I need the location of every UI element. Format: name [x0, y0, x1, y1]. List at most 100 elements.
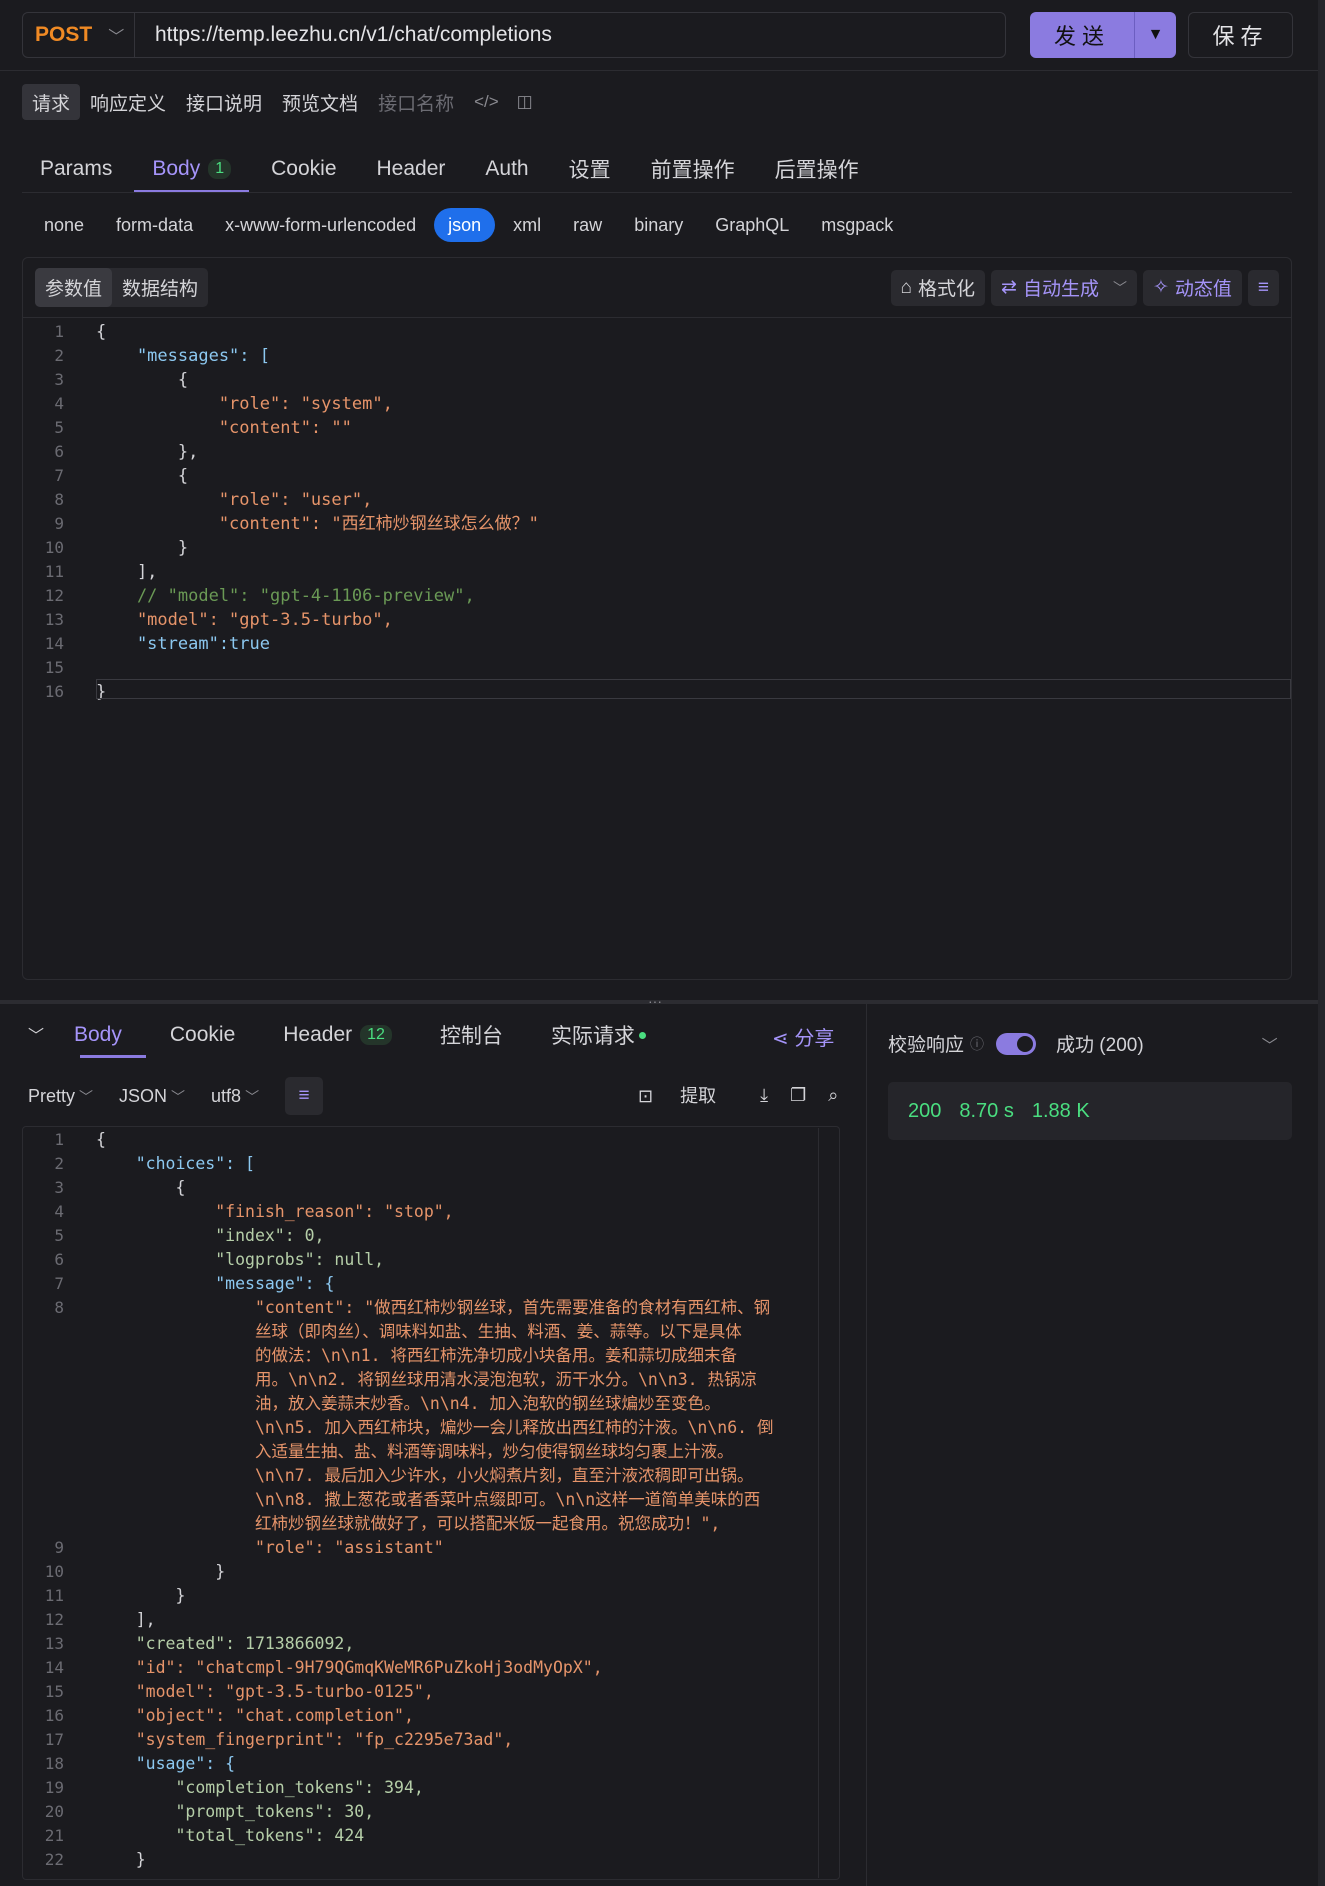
line-number	[28, 1392, 64, 1416]
line-number: 13	[44, 1634, 64, 1653]
dynamic-value-button[interactable]: ✧ 动态值	[1142, 269, 1242, 306]
format-label: 格式化	[918, 279, 976, 300]
panel-toggle-icon[interactable]: ◫	[517, 92, 533, 112]
line-number	[28, 1440, 64, 1464]
download-icon[interactable]: ⤓	[760, 1085, 768, 1106]
line-number: 3	[54, 1178, 64, 1197]
line-number	[28, 1368, 64, 1392]
extract-button[interactable]: ⊡ 提取	[638, 1082, 738, 1108]
line-number: 20	[44, 1802, 64, 1821]
code-line: "model": "gpt-3.5-turbo",	[96, 610, 393, 630]
code-line: 红柿炒钢丝球就做好了，可以搭配米饭一起食用。祝您成功！",	[96, 1514, 721, 1533]
current-line-highlight	[96, 679, 1291, 699]
tab-label: 实际请求	[550, 1025, 635, 1048]
subtab-preview-doc[interactable]: 预览文档	[272, 84, 368, 120]
line-number: 14	[44, 1658, 64, 1677]
line-number: 7	[54, 1274, 64, 1293]
tab-label: Body	[74, 1023, 122, 1046]
select-value: JSON	[119, 1085, 168, 1106]
line-number: 19	[44, 1778, 64, 1797]
collapse-chevron-icon[interactable]: ﹀	[28, 1022, 44, 1046]
chevron-down-icon[interactable]: ﹀	[1113, 278, 1127, 298]
code-line: ],	[96, 1610, 156, 1629]
tab-label: Cookie	[271, 157, 337, 180]
send-button[interactable]: 发送 ▼	[1030, 12, 1176, 58]
auto-generate-button[interactable]: ⇄ 自动生成 ﹀	[991, 269, 1137, 306]
code-icon[interactable]: </>	[474, 92, 499, 112]
body-type-msgpack[interactable]: msgpack	[807, 208, 907, 242]
response-actions: ⊡ 提取 ⤓ ❐ ⌕	[638, 1082, 860, 1108]
share-button[interactable]: ⋖ 分享	[772, 1022, 834, 1051]
send-dropdown-chevron-icon[interactable]: ▼	[1135, 12, 1176, 58]
line-number	[28, 1320, 64, 1344]
pretty-select[interactable]: Pretty ﹀	[28, 1086, 93, 1107]
wrap-lines-button[interactable]: ≡	[285, 1077, 324, 1115]
window-scrollbar[interactable]	[1318, 0, 1325, 1886]
url-input[interactable]: https://temp.leezhu.cn/v1/chat/completio…	[135, 23, 552, 47]
tab-body[interactable]: Body 1	[134, 145, 249, 193]
code-line: {	[96, 466, 189, 486]
subtab-response-definition[interactable]: 响应定义	[80, 84, 176, 120]
subtab-api-description[interactable]: 接口说明	[176, 84, 272, 120]
help-icon: ⓘ	[970, 1035, 985, 1052]
rtab-body[interactable]: Body	[50, 1012, 146, 1058]
drag-handle-icon[interactable]: ···	[648, 993, 662, 1009]
line-number: 10	[44, 1562, 64, 1581]
search-icon[interactable]: ⌕	[828, 1085, 838, 1106]
code-line: 的做法：\n\n1. 将西红柿洗净切成小块备用。姜和蒜切成细末备	[96, 1346, 737, 1365]
seg-schema[interactable]: 数据结构	[112, 268, 208, 307]
chevron-down-icon[interactable]: ﹀	[1262, 1032, 1278, 1056]
code-line: "object": "chat.completion",	[96, 1706, 414, 1725]
tab-header[interactable]: Header	[359, 145, 464, 193]
tab-label: 前置操作	[650, 159, 735, 182]
rtab-cookie[interactable]: Cookie	[146, 1012, 259, 1058]
code-line: 油，放入姜蒜末炒香。\n\n4. 加入泡软的钢丝球煸炒至变色。	[96, 1394, 721, 1413]
body-type-urlencoded[interactable]: x-www-form-urlencoded	[211, 208, 430, 242]
verify-toggle[interactable]	[996, 1032, 1037, 1055]
body-type-form-data[interactable]: form-data	[102, 208, 207, 242]
tab-post-operations[interactable]: 后置操作	[757, 145, 877, 193]
request-code-editor[interactable]: { "messages": [ { "role": "system", "con…	[96, 320, 1256, 704]
send-label: 发送	[1030, 12, 1135, 58]
subtab-request[interactable]: 请求	[22, 84, 81, 120]
scrollbar-track[interactable]	[818, 1128, 819, 1878]
api-name-input[interactable]: 接口名称	[368, 84, 464, 120]
select-value: Pretty	[28, 1085, 76, 1106]
line-number: 11	[44, 1586, 64, 1605]
body-type-json[interactable]: json	[434, 208, 496, 242]
tab-label: Body	[152, 157, 201, 180]
body-type-none[interactable]: none	[30, 208, 98, 242]
tab-settings[interactable]: 设置	[551, 145, 629, 193]
rtab-header[interactable]: Header 12	[259, 1012, 416, 1058]
code-line: "content": "做西红柿炒钢丝球，首先需要准备的食材有西红柿、钢	[96, 1298, 771, 1317]
code-line: "role": "assistant"	[96, 1538, 444, 1557]
tab-params[interactable]: Params	[22, 145, 130, 193]
copy-icon[interactable]: ❐	[790, 1085, 806, 1106]
verify-result[interactable]: 成功 (200)	[1056, 1030, 1144, 1057]
format-select[interactable]: JSON ﹀	[119, 1086, 185, 1107]
tab-pre-operations[interactable]: 前置操作	[633, 145, 753, 193]
chevron-down-icon: ﹀	[108, 29, 125, 46]
body-type-raw[interactable]: raw	[559, 208, 616, 242]
encoding-select[interactable]: utf8 ﹀	[211, 1086, 259, 1107]
tab-auth[interactable]: Auth	[467, 145, 546, 193]
format-button[interactable]: ⌂ 格式化	[890, 269, 986, 306]
code-line: "role": "user",	[96, 490, 373, 510]
body-type-binary[interactable]: binary	[620, 208, 697, 242]
rtab-console[interactable]: 控制台	[416, 1012, 527, 1058]
body-type-xml[interactable]: xml	[499, 208, 555, 242]
wrap-lines-button[interactable]: ≡	[1247, 269, 1279, 306]
rtab-actual-request[interactable]: 实际请求	[527, 1012, 670, 1058]
body-type-graphql[interactable]: GraphQL	[701, 208, 803, 242]
save-button[interactable]: 保存	[1188, 12, 1293, 58]
response-code-viewer[interactable]: { "choices": [ { "finish_reason": "stop"…	[96, 1128, 816, 1872]
tab-cookie[interactable]: Cookie	[253, 145, 354, 193]
seg-values[interactable]: 参数值	[35, 268, 113, 307]
vertical-divider	[866, 1004, 867, 1886]
line-number: 22	[44, 1850, 64, 1869]
method-select[interactable]: POST ﹀	[23, 13, 135, 57]
code-line: // "model": "gpt-4-1106-preview",	[96, 586, 475, 606]
code-line: }	[96, 1562, 226, 1581]
tab-label: 后置操作	[774, 159, 859, 182]
